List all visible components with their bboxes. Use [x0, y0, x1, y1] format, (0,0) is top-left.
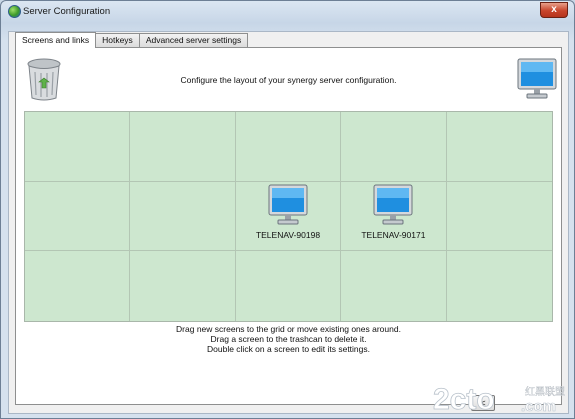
grid-cell[interactable]: [341, 251, 447, 321]
screen-layout-grid[interactable]: TELENAV-90198 TELENAV-90171: [24, 111, 553, 322]
synergy-app-icon: [8, 5, 21, 18]
new-screen-monitor-icon[interactable]: [517, 58, 557, 100]
grid-cell[interactable]: [25, 251, 131, 321]
tab-advanced-server-settings[interactable]: Advanced server settings: [138, 33, 249, 47]
grid-cell[interactable]: [446, 112, 552, 182]
server-configuration-window: Server Configuration x Screens and links…: [0, 0, 575, 419]
tab-screens-and-links[interactable]: Screens and links: [15, 32, 97, 48]
grid-cell[interactable]: TELENAV-90198: [235, 181, 342, 252]
grid-cell[interactable]: [130, 112, 236, 182]
monitor-icon: [268, 184, 308, 225]
grid-cell[interactable]: TELENAV-90171: [341, 181, 447, 252]
window-title: Server Configuration: [23, 6, 111, 17]
configure-layout-label: Configure the layout of your synergy ser…: [180, 75, 397, 85]
monitor-icon: [373, 184, 413, 225]
screen-name-label: TELENAV-90171: [361, 229, 426, 240]
grid-cell[interactable]: [130, 181, 236, 252]
screen-name-label: TELENAV-90198: [255, 229, 321, 240]
instructions-text: Drag new screens to the grid or move exi…: [16, 324, 561, 354]
watermark-main: 2cto: [433, 383, 495, 416]
title-bar[interactable]: Server Configuration x: [1, 1, 574, 23]
close-button[interactable]: x: [540, 2, 568, 18]
grid-cell[interactable]: [447, 251, 552, 321]
grid-cell[interactable]: [341, 112, 447, 182]
grid-cell[interactable]: [235, 112, 342, 182]
watermark-logo: 2cto 红黑联盟 .com: [433, 383, 565, 417]
screens-and-links-panel: Configure the layout of your synergy ser…: [15, 47, 562, 405]
grid-cell[interactable]: [236, 251, 342, 321]
watermark-cn: 红黑联盟: [525, 385, 565, 398]
grid-cell[interactable]: [130, 251, 236, 321]
screen-telenav-90171[interactable]: TELENAV-90171: [341, 184, 445, 240]
instruction-line: Drag a screen to the trashcan to delete …: [210, 334, 367, 344]
watermark-com: .com: [521, 398, 556, 415]
screen-telenav-90198[interactable]: TELENAV-90198: [236, 184, 340, 240]
instruction-line: Drag new screens to the grid or move exi…: [176, 324, 401, 334]
instruction-line: Double click on a screen to edit its set…: [207, 344, 370, 354]
grid-cell[interactable]: [25, 112, 131, 182]
tab-hotkeys[interactable]: Hotkeys: [95, 33, 140, 47]
grid-cell[interactable]: [25, 181, 131, 252]
dialog-client-area: Screens and links Hotkeys Advanced server …: [8, 31, 569, 414]
tab-strip: Screens and links Hotkeys Advanced server …: [15, 32, 249, 48]
grid-cell[interactable]: [446, 182, 552, 252]
